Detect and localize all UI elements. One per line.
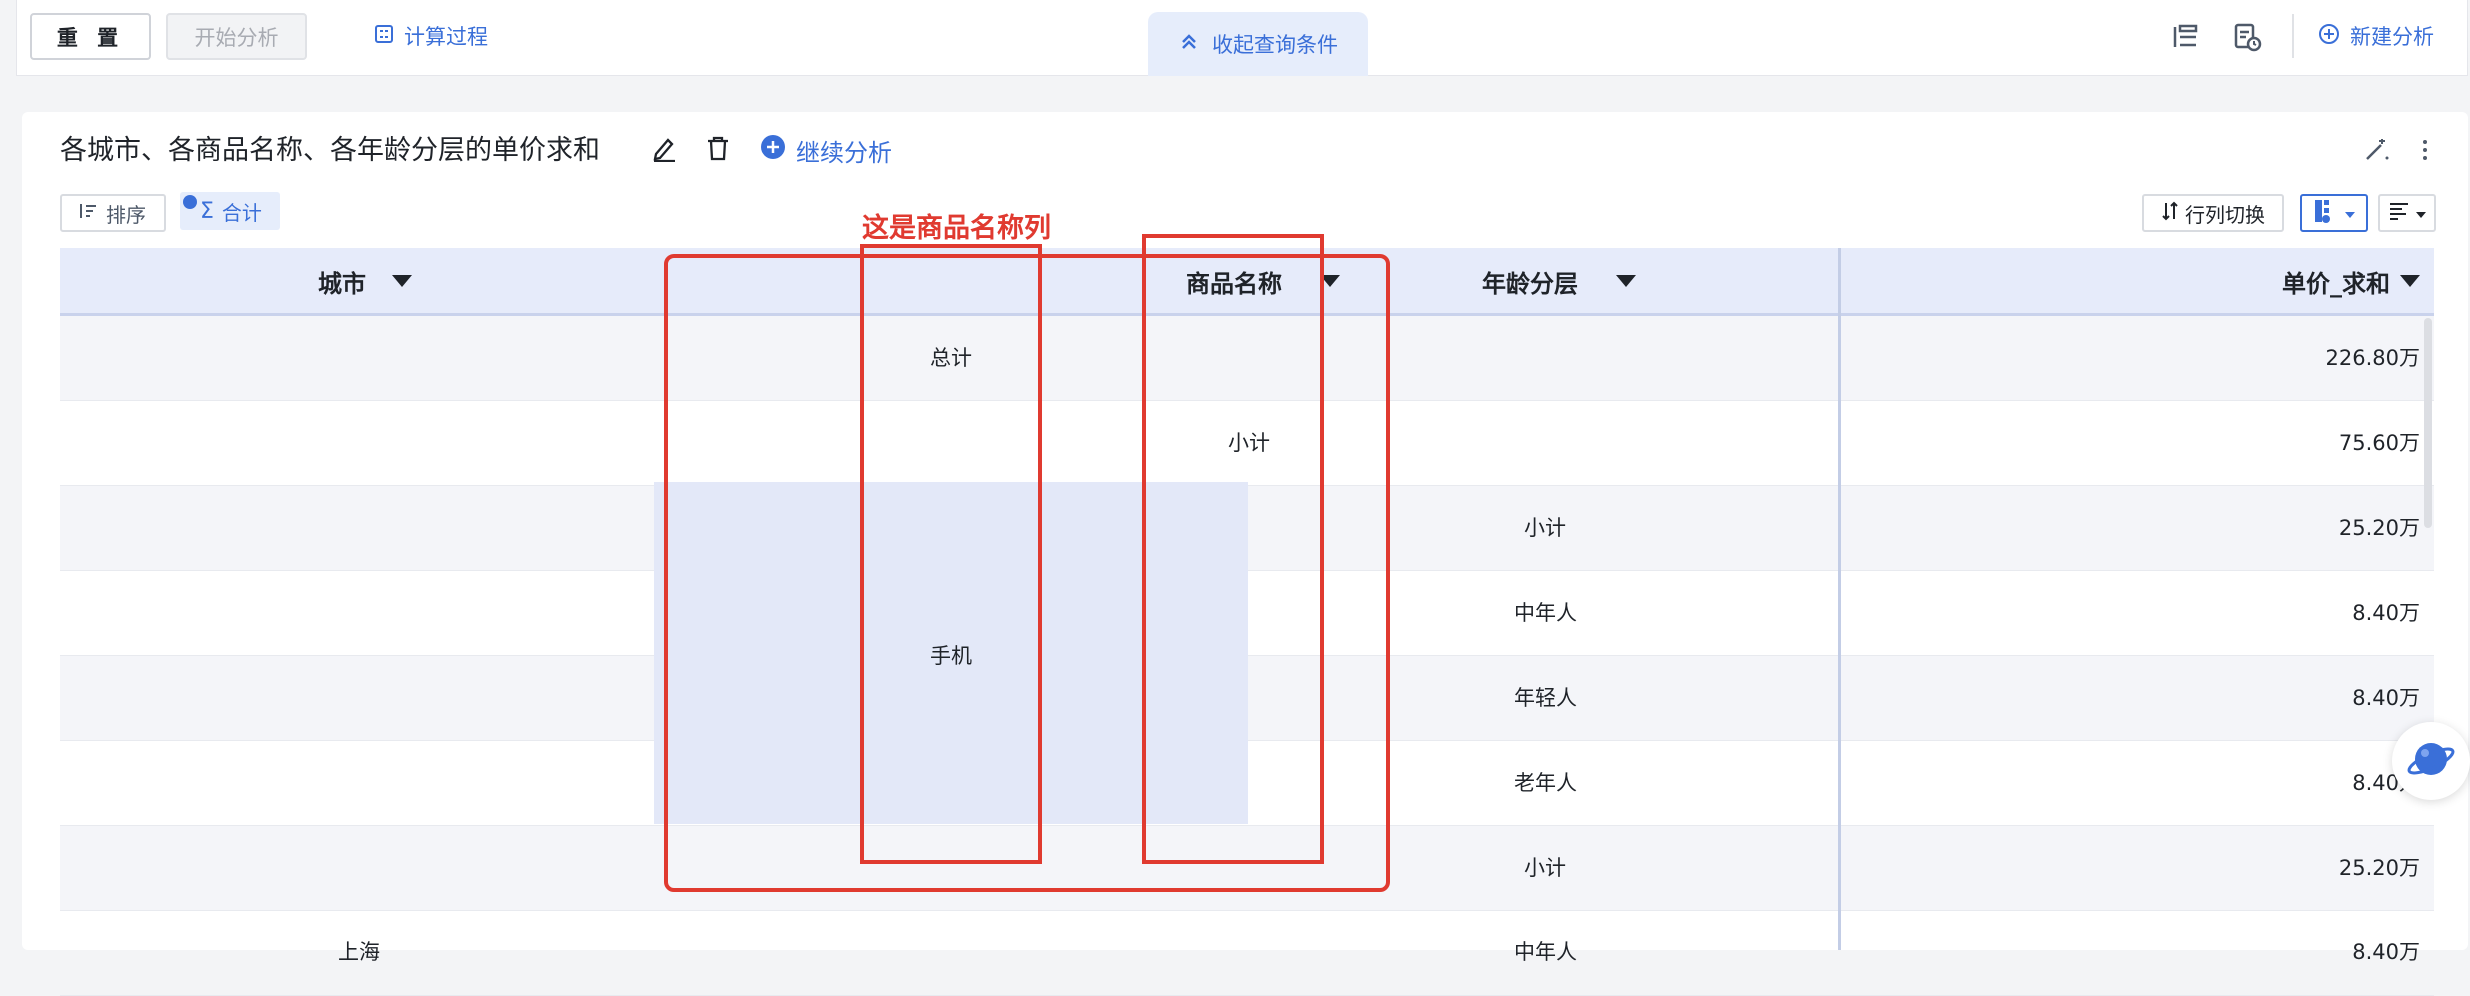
col-header-city[interactable]: 城市	[318, 248, 412, 314]
col-header-price-sum[interactable]: 单价_求和	[2282, 248, 2420, 314]
col-header-age[interactable]: 年龄分层	[1482, 248, 1636, 314]
table-row	[60, 911, 2434, 996]
annotation-product-name-box	[860, 244, 1042, 864]
row-col-switch-button[interactable]: 行列切换	[2142, 194, 2284, 232]
more-vertical-icon[interactable]	[2412, 132, 2438, 168]
sort-button[interactable]: 排序	[60, 194, 166, 232]
trash-icon[interactable]	[700, 130, 736, 166]
cell-value: 8.40万	[2352, 686, 2420, 710]
table-view-icon	[2313, 198, 2339, 228]
col-header-age-label: 年龄分层	[1482, 269, 1578, 298]
cell-age: 中年人	[1514, 601, 1577, 625]
cell-age: 老年人	[1514, 771, 1577, 795]
report-clock-icon[interactable]	[2230, 20, 2264, 54]
start-analysis-button[interactable]: 开始分析	[166, 13, 307, 60]
list-view-icon	[2388, 201, 2410, 225]
cell-age: 年轻人	[1514, 686, 1577, 710]
cell-value: 25.20万	[2338, 856, 2420, 880]
vertical-scrollbar[interactable]	[2424, 318, 2432, 528]
calc-process-label: 计算过程	[404, 25, 488, 49]
continue-analysis-button[interactable]: 继续分析	[760, 130, 892, 170]
planet-icon	[2405, 733, 2457, 789]
cell-age: 中年人	[1514, 940, 1577, 964]
cell-age: 小计	[1524, 856, 1566, 880]
calc-process-link[interactable]: 计算过程	[374, 18, 488, 54]
cell-value: 226.80万	[2325, 346, 2420, 370]
sort-label: 排序	[106, 202, 146, 227]
sum-label: 合计	[221, 200, 262, 225]
assistant-float-button[interactable]	[2392, 722, 2470, 800]
chevron-down-icon	[2416, 204, 2426, 223]
dropdown-triangle-icon[interactable]	[392, 275, 412, 287]
annotation-subtotal-box	[1142, 234, 1324, 864]
toolbar-divider	[2292, 14, 2294, 58]
dropdown-triangle-icon[interactable]	[2400, 275, 2420, 287]
frozen-column-divider	[1838, 248, 1841, 950]
dropdown-triangle-icon[interactable]	[1616, 275, 1636, 287]
collapse-query-tab[interactable]: 收起查询条件	[1148, 12, 1368, 76]
magic-wand-icon[interactable]	[2358, 132, 2394, 168]
cell-value: 25.20万	[2338, 516, 2420, 540]
continue-analysis-label: 继续分析	[796, 138, 892, 167]
reset-button[interactable]: 重 置	[30, 13, 151, 60]
col-header-city-label: 城市	[318, 269, 366, 298]
plus-circle-icon	[2318, 23, 2340, 50]
tree-list-icon[interactable]	[2168, 20, 2202, 54]
chevron-down-icon	[2345, 204, 2355, 223]
list-view-button[interactable]	[2378, 194, 2436, 232]
chevrons-up-icon	[1178, 31, 1200, 58]
edit-icon[interactable]	[646, 130, 682, 166]
row-col-switch-label: 行列切换	[2185, 202, 2265, 227]
new-analysis-button[interactable]: 新建分析	[2318, 18, 2434, 54]
new-analysis-label: 新建分析	[2350, 25, 2434, 49]
collapse-query-label: 收起查询条件	[1212, 33, 1338, 57]
cell-city: 上海	[338, 940, 380, 964]
report-title: 各城市、各商品名称、各年龄分层的单价求和	[60, 135, 600, 166]
sigma-icon: Σ	[200, 198, 214, 224]
sort-icon	[78, 201, 98, 226]
cell-value: 75.60万	[2338, 431, 2420, 455]
cell-value: 8.40万	[2352, 940, 2420, 964]
col-header-price-sum-label: 单价_求和	[2282, 269, 2390, 298]
swap-icon	[2161, 201, 2179, 226]
active-dot	[183, 195, 197, 209]
cell-age: 小计	[1524, 516, 1566, 540]
table-view-button[interactable]	[2300, 194, 2368, 232]
cell-value: 8.40万	[2352, 601, 2420, 625]
plus-circle-icon	[760, 134, 786, 166]
annotation-label: 这是商品名称列	[862, 213, 1051, 244]
calculator-icon	[374, 24, 394, 49]
